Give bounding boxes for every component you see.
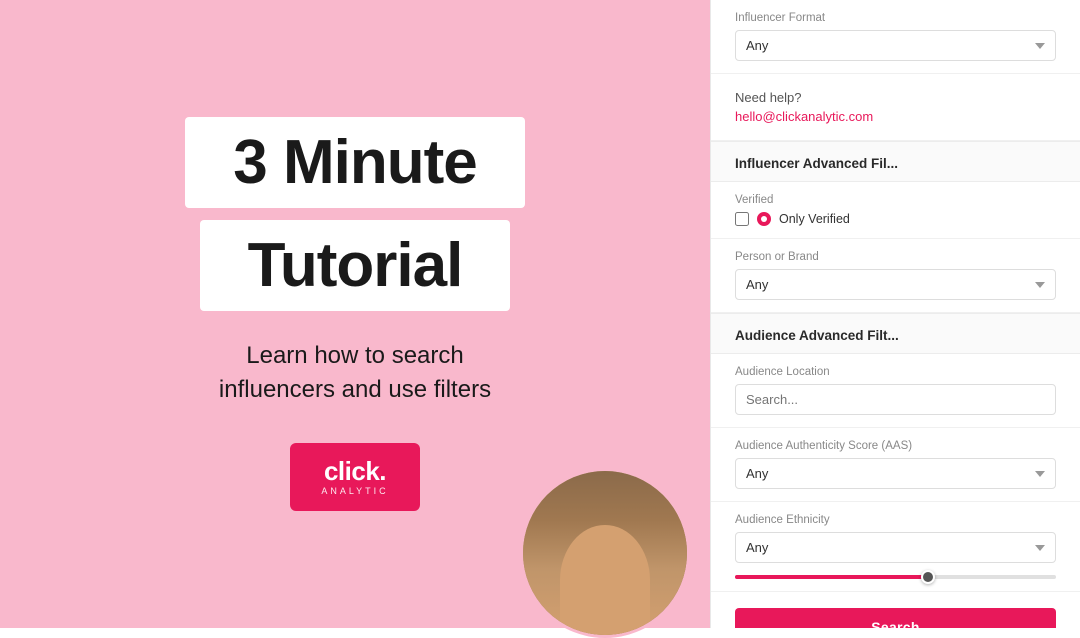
- logo-main-text: click.: [324, 458, 386, 484]
- verified-filter-group: Verified Only Verified: [711, 182, 1080, 239]
- ethnicity-select[interactable]: Any: [735, 532, 1056, 563]
- person-or-brand-label: Person or Brand: [735, 251, 1056, 263]
- person-or-brand-select[interactable]: Any Person Brand: [735, 269, 1056, 300]
- verified-checkbox[interactable]: [735, 212, 749, 226]
- ethnicity-group: Audience Ethnicity Any: [711, 502, 1080, 592]
- ethnicity-slider-fill: [735, 575, 928, 579]
- only-verified-radio[interactable]: [757, 212, 771, 226]
- title-line-1: 3 Minute: [185, 117, 524, 208]
- clickanalytic-logo: click. ANALYTIC: [290, 443, 420, 511]
- ethnicity-label: Audience Ethnicity: [735, 514, 1056, 526]
- help-email[interactable]: hello@clickanalytic.com: [735, 109, 1056, 124]
- right-panel: Influencer Format Any Need help? hello@c…: [710, 0, 1080, 628]
- ethnicity-slider-container: [735, 563, 1056, 579]
- only-verified-label: Only Verified: [779, 212, 850, 226]
- verified-label: Verified: [735, 194, 1056, 206]
- influencer-format-group: Influencer Format Any: [711, 0, 1080, 74]
- influencer-advanced-heading: Influencer Advanced Fil...: [711, 141, 1080, 182]
- audience-location-group: Audience Location: [711, 354, 1080, 428]
- audience-location-search[interactable]: [735, 384, 1056, 415]
- logo-sub-text: ANALYTIC: [321, 486, 388, 496]
- subtitle-text: Learn how to searchinfluencers and use f…: [219, 339, 491, 406]
- title-line-2: Tutorial: [200, 220, 511, 311]
- title-text-2: Tutorial: [248, 231, 463, 300]
- search-button-container: Search: [711, 592, 1080, 628]
- aas-select[interactable]: Any: [735, 458, 1056, 489]
- influencer-format-label: Influencer Format: [735, 12, 1056, 24]
- person-avatar: [520, 468, 690, 638]
- title-text-1: 3 Minute: [233, 128, 476, 197]
- aas-label: Audience Authenticity Score (AAS): [735, 440, 1056, 452]
- audience-advanced-heading: Audience Advanced Filt...: [711, 313, 1080, 354]
- search-button[interactable]: Search: [735, 608, 1056, 628]
- title-block: 3 Minute Tutorial: [185, 117, 524, 311]
- ethnicity-slider-thumb[interactable]: [921, 570, 935, 584]
- person-or-brand-group: Person or Brand Any Person Brand: [711, 239, 1080, 313]
- verified-row: Only Verified: [735, 212, 1056, 226]
- ethnicity-slider-track: [735, 575, 1056, 579]
- influencer-format-select[interactable]: Any: [735, 30, 1056, 61]
- person-image: [523, 471, 687, 635]
- help-label: Need help?: [735, 90, 1056, 105]
- help-section: Need help? hello@clickanalytic.com: [711, 74, 1080, 141]
- aas-group: Audience Authenticity Score (AAS) Any: [711, 428, 1080, 502]
- left-panel: 3 Minute Tutorial Learn how to searchinf…: [0, 0, 710, 628]
- audience-location-label: Audience Location: [735, 366, 1056, 378]
